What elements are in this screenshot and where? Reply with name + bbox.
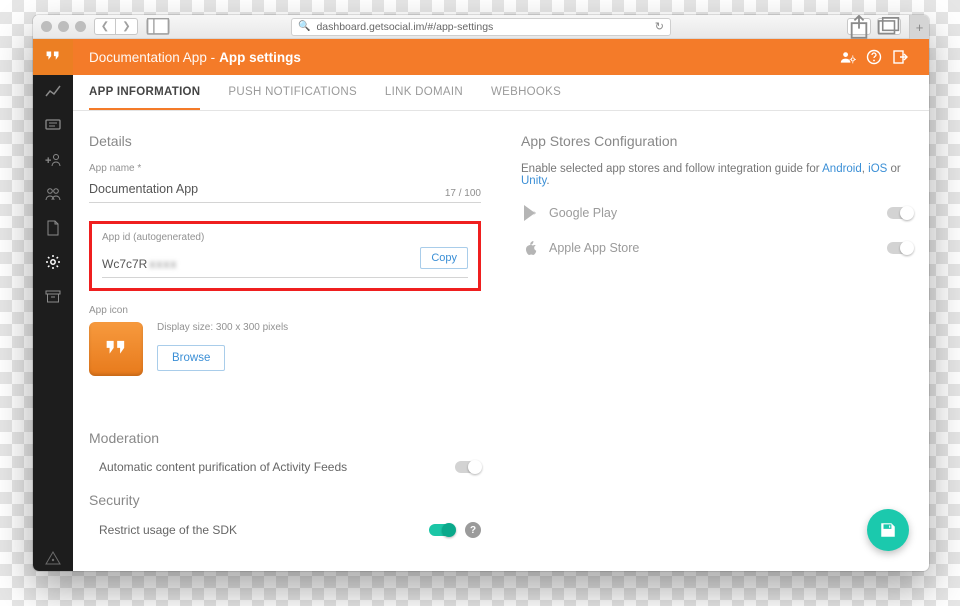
sidebar-item-archive[interactable]: [33, 279, 73, 313]
moderation-toggle[interactable]: [455, 461, 481, 473]
link-ios[interactable]: iOS: [868, 163, 887, 175]
tab-push-notifications[interactable]: PUSH NOTIFICATIONS: [228, 75, 357, 110]
apple-store-toggle[interactable]: [887, 242, 913, 254]
browser-titlebar: ❮ ❯ 🔍 dashboard.getsocial.im/#/app-setti…: [33, 15, 929, 39]
minimize-window-button[interactable]: [58, 21, 69, 32]
tabs: APP INFORMATION PUSH NOTIFICATIONS LINK …: [73, 75, 929, 111]
sidebar-footer-icon[interactable]: [33, 551, 73, 565]
close-window-button[interactable]: [41, 21, 52, 32]
sidebar-item-documents[interactable]: [33, 211, 73, 245]
sidebar-toggle-button[interactable]: [146, 18, 170, 35]
store-row-google: Google Play: [521, 205, 913, 221]
app-id-hidden-part: xxxx: [149, 257, 177, 271]
section-details: Details: [89, 133, 481, 149]
sidebar-item-messages[interactable]: [33, 109, 73, 143]
traffic-lights: [41, 21, 86, 32]
section-stores: App Stores Configuration: [521, 133, 913, 149]
stores-desc: Enable selected app stores and follow in…: [521, 163, 913, 187]
right-column: App Stores Configuration Enable selected…: [521, 133, 913, 571]
security-row: Restrict usage of the SDK ?: [99, 522, 481, 538]
sidebar-item-users[interactable]: [33, 177, 73, 211]
panel: Details App name * 17 / 100 App id (auto…: [73, 111, 929, 571]
search-icon: 🔍: [298, 21, 310, 32]
app-icon-field: App icon Display size: 300 x 300 pixels …: [89, 305, 481, 376]
header-users-icon[interactable]: [835, 49, 861, 65]
copy-button[interactable]: Copy: [420, 247, 468, 269]
forward-button[interactable]: ❯: [116, 18, 138, 35]
brand-logo[interactable]: [33, 39, 73, 75]
app-icon-preview: [89, 322, 143, 376]
display-size-hint: Display size: 300 x 300 pixels: [157, 322, 288, 333]
apple-icon: [521, 239, 539, 256]
google-play-icon: [521, 205, 539, 221]
tab-webhooks[interactable]: WEBHOOKS: [491, 75, 561, 110]
app-shell: + Documentation App - App settings: [33, 39, 929, 571]
store-row-apple: Apple App Store: [521, 239, 913, 256]
content: Documentation App - App settings APP INF…: [73, 39, 929, 571]
tabs-button[interactable]: [877, 18, 901, 35]
sidebar: +: [33, 39, 73, 571]
zoom-window-button[interactable]: [75, 21, 86, 32]
browser-window: ❮ ❯ 🔍 dashboard.getsocial.im/#/app-setti…: [33, 15, 929, 571]
tab-link-domain[interactable]: LINK DOMAIN: [385, 75, 463, 110]
url-text: dashboard.getsocial.im/#/app-settings: [316, 21, 493, 33]
save-fab[interactable]: [867, 509, 909, 551]
titlebar-right: [847, 18, 901, 35]
share-button[interactable]: [847, 18, 871, 35]
svg-text:+: +: [45, 155, 51, 167]
store-name-google: Google Play: [549, 206, 617, 220]
app-name-label: App name *: [89, 163, 481, 174]
link-unity[interactable]: Unity: [521, 175, 546, 187]
section-security: Security: [89, 492, 481, 508]
browse-button[interactable]: Browse: [157, 345, 225, 371]
sidebar-item-settings[interactable]: [33, 245, 73, 279]
sidebar-item-invite[interactable]: +: [33, 143, 73, 177]
link-android[interactable]: Android: [822, 163, 862, 175]
tab-app-information[interactable]: APP INFORMATION: [89, 75, 200, 110]
page-header: Documentation App - App settings: [73, 39, 929, 75]
store-name-apple: Apple App Store: [549, 241, 639, 255]
reload-icon[interactable]: ↻: [655, 20, 664, 33]
google-play-toggle[interactable]: [887, 207, 913, 219]
app-name-input[interactable]: [89, 182, 481, 196]
new-tab-button[interactable]: +: [909, 15, 929, 39]
app-name-counter: 17 / 100: [445, 188, 481, 199]
moderation-label: Automatic content purification of Activi…: [99, 460, 445, 474]
app-id-visible-part: Wc7c7R: [102, 257, 147, 271]
security-help-icon[interactable]: ?: [465, 522, 481, 538]
app-id-value: Wc7c7Rxxxx: [102, 257, 412, 271]
address-bar[interactable]: 🔍 dashboard.getsocial.im/#/app-settings …: [291, 18, 671, 36]
app-id-highlight: App id (autogenerated) Wc7c7Rxxxx Copy: [89, 221, 481, 291]
header-help-icon[interactable]: [861, 49, 887, 65]
app-name-field: App name * 17 / 100: [89, 163, 481, 203]
left-column: Details App name * 17 / 100 App id (auto…: [89, 133, 481, 571]
breadcrumb-app: Documentation App -: [89, 50, 215, 65]
nav-back-forward: ❮ ❯: [94, 18, 138, 35]
header-logout-icon[interactable]: [887, 49, 913, 65]
breadcrumb-page: App settings: [219, 50, 301, 65]
moderation-row: Automatic content purification of Activi…: [99, 460, 481, 474]
security-label: Restrict usage of the SDK: [99, 523, 237, 537]
security-toggle[interactable]: [429, 524, 455, 536]
section-moderation: Moderation: [89, 430, 481, 446]
app-icon-label: App icon: [89, 305, 481, 316]
back-button[interactable]: ❮: [94, 18, 116, 35]
app-id-label: App id (autogenerated): [102, 232, 468, 243]
sidebar-item-analytics[interactable]: [33, 75, 73, 109]
